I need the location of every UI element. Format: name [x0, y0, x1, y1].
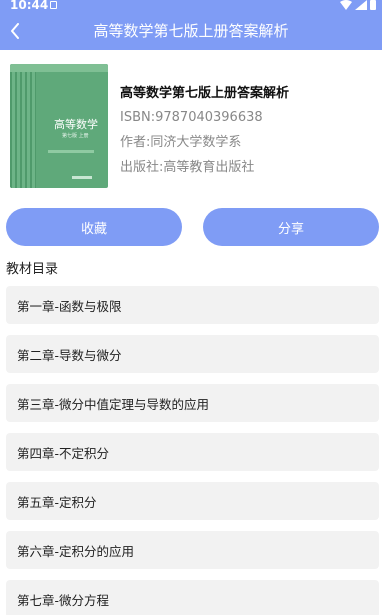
chapter-item[interactable]: 第六章-定积分的应用	[6, 531, 379, 569]
signal-icon	[355, 0, 367, 10]
book-cover-image: 高等数学 第七版 上册	[10, 64, 108, 188]
cover-band	[10, 64, 108, 72]
book-isbn: ISBN:9787040396638	[120, 110, 263, 125]
cover-publisher-mark	[72, 176, 92, 179]
chapter-item[interactable]: 第五章-定积分	[6, 482, 379, 520]
status-time: 10:44	[10, 0, 49, 12]
chapter-list: 第一章-函数与极限 第二章-导数与微分 第三章-微分中值定理与导数的应用 第四章…	[6, 286, 379, 615]
chapter-item[interactable]: 第七章-微分方程	[6, 580, 379, 615]
battery-icon	[370, 0, 376, 10]
status-icons	[340, 0, 376, 10]
book-publisher: 出版社:高等教育出版社	[120, 160, 255, 175]
chapter-item[interactable]: 第四章-不定积分	[6, 433, 379, 471]
cover-decoration	[48, 150, 94, 153]
chapter-item[interactable]: 第二章-导数与微分	[6, 335, 379, 373]
share-button[interactable]: 分享	[203, 208, 379, 246]
page-title: 高等数学第七版上册答案解析	[93, 22, 289, 40]
cover-stripes	[10, 72, 36, 188]
chapter-item[interactable]: 第一章-函数与极限	[6, 286, 379, 324]
book-info: 高等数学第七版上册答案解析 ISBN:9787040396638 作者:同济大学…	[120, 84, 289, 179]
chapter-item[interactable]: 第三章-微分中值定理与导数的应用	[6, 384, 379, 422]
book-author: 作者:同济大学数学系	[120, 135, 242, 150]
cover-subtitle: 第七版 上册	[62, 133, 89, 139]
cover-title: 高等数学	[54, 118, 98, 131]
book-details: 高等数学 第七版 上册 高等数学第七版上册答案解析 ISBN:978704039…	[0, 50, 382, 200]
notification-icon	[50, 1, 57, 9]
wifi-icon	[340, 0, 352, 10]
toc-heading: 教材目录	[6, 262, 59, 277]
book-title: 高等数学第七版上册答案解析	[120, 86, 290, 101]
status-bar: 10:44	[0, 0, 382, 14]
app-header: 10:44 高等数学第七版上册答案解析	[0, 0, 382, 50]
collect-button[interactable]: 收藏	[6, 208, 182, 246]
